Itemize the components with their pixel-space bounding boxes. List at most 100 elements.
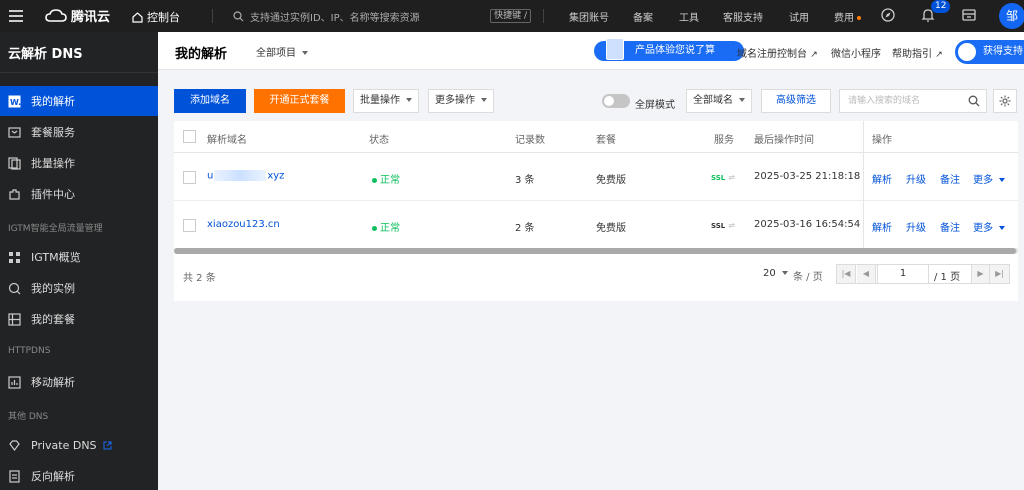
service-ssl[interactable]: SSL ⇌ [711,172,735,183]
compass-icon[interactable] [880,7,896,23]
sidebar-item-label: 移动解析 [31,376,75,389]
domain-link[interactable]: u xyz [207,170,284,182]
more-ops-dropdown[interactable]: 更多操作 [428,89,494,113]
domain-search-input[interactable]: 请输入搜索的域名 [839,89,987,113]
scrollbar-thumb[interactable] [174,248,1016,254]
page-title: 我的解析 [175,47,228,62]
sidebar-item-batch[interactable]: 批量操作 [0,148,158,178]
sidebar-item-reverse-dns[interactable]: 反向解析 [0,461,158,490]
divider [0,72,158,73]
horizontal-scrollbar[interactable] [174,248,1018,254]
project-select[interactable]: 全部项目 [256,44,308,59]
batch-icon [8,156,21,170]
sidebar-group-other-dns: 其他 DNS [8,412,49,422]
next-page-button[interactable]: ▶ [971,265,990,283]
search-icon [233,10,244,21]
domain-filter-select[interactable]: 全部域名 [686,89,752,113]
nav-support[interactable]: 客服支持 [723,9,763,24]
select-all-checkbox[interactable] [183,130,196,143]
global-search[interactable]: 支持通过实例ID、IP、名称等搜索资源 快捷键 / [233,8,531,24]
sidebar-item-package[interactable]: 套餐服务 [0,117,158,147]
batch-ops-dropdown[interactable]: 批量操作 [353,89,419,113]
nav-trial[interactable]: 试用 [789,9,809,24]
nav-tools[interactable]: 工具 [679,9,699,24]
divider [543,9,544,23]
sidebar-item-label: 我的套餐 [31,313,75,326]
sidebar-item-label: Private DNS [31,438,97,452]
sidebar-item-my-package[interactable]: 我的套餐 [0,304,158,334]
top-navbar: 腾讯云 控制台 支持通过实例ID、IP、名称等搜索资源 快捷键 / 集团账号 备… [0,0,1024,32]
nav-group-account[interactable]: 集团账号 [569,9,609,24]
col-service: 服务 [714,135,734,146]
divider [212,9,213,23]
redacted-text [214,170,267,181]
sidebar-item-igtm-overview[interactable]: IGTM概览 [0,242,158,272]
sidebar-item-private-dns[interactable]: Private DNS [0,430,158,460]
row-checkbox[interactable] [183,219,196,232]
plan-name: 免费版 [596,223,626,234]
search-icon[interactable] [968,95,980,107]
inbox-icon[interactable] [961,7,977,23]
action-resolve[interactable]: 解析 [872,219,892,234]
domain-link[interactable]: xiaozou123.cn [207,219,280,230]
domain-icon: W. [8,95,21,107]
feedback-banner[interactable]: 产品体验您说了算 [594,38,744,61]
add-domain-button[interactable]: 添加域名 [174,89,246,113]
fullscreen-toggle[interactable] [602,94,630,108]
page-number-input[interactable]: 1 [877,265,929,283]
action-upgrade[interactable]: 升级 [906,171,926,186]
col-domain: 解析域名 [207,135,247,146]
sidebar-item-label: 批量操作 [31,157,75,170]
plugin-icon [9,188,20,200]
sidebar-group-httpdns: HTTPDNS [8,346,51,356]
col-last-modified: 最后操作时间 [754,135,814,146]
page-size-select[interactable]: 20 [763,268,788,279]
avatar[interactable]: 邹 [999,3,1024,29]
row-checkbox[interactable] [183,171,196,184]
wechat-miniapp-link[interactable]: 微信小程序 [831,45,881,60]
sidebar-item-instances[interactable]: 我的实例 [0,273,158,303]
action-resolve[interactable]: 解析 [872,171,892,186]
sidebar-item-mobile-dns[interactable]: 移动解析 [0,367,158,397]
status-badge: 正常 [372,171,400,186]
action-more-label: 更多 [973,175,993,186]
col-plan: 套餐 [596,135,616,146]
sidebar-item-label: 反向解析 [31,470,75,483]
settings-button[interactable] [993,89,1017,113]
service-ssl[interactable]: SSL ⇌ [711,220,735,231]
sidebar-group-igtm: IGTM智能全局流量管理 [8,224,103,234]
status-dot [372,225,377,231]
advanced-filter-button[interactable]: 高级筛选 [761,89,831,113]
get-support-button[interactable]: 获得支持 [955,40,1024,64]
action-remark[interactable]: 备注 [940,171,960,186]
action-more[interactable]: 更多 [973,219,1005,234]
last-modified-time: 2025-03-16 16:54:54 [754,219,861,230]
chart-icon [8,375,21,389]
console-link[interactable]: 控制台 [132,9,180,25]
sidebar-item-label: IGTM概览 [31,251,81,264]
first-page-button[interactable]: |◀ [837,265,856,283]
chevron-down-icon [302,51,308,55]
sidebar-item-my-dns[interactable]: W. 我的解析 [0,86,158,116]
record-count: 2 条 [515,223,535,234]
action-more[interactable]: 更多 [973,171,1005,186]
more-ops-label: 更多操作 [435,95,475,106]
sidebar-item-label: 我的实例 [31,282,75,295]
notification-badge: 12 [931,0,951,13]
help-guide-link[interactable]: 帮助指引 ↗ [892,45,943,60]
svg-text:W.: W. [10,98,21,107]
domain-registration-label: 域名注册控制台 [737,49,807,60]
nav-icp[interactable]: 备案 [633,9,653,24]
domain-registration-link[interactable]: 域名注册控制台 ↗ [737,45,818,60]
last-modified-time: 2025-03-25 21:18:18 [754,171,861,182]
upgrade-package-button[interactable]: 开通正式套餐 [254,89,345,113]
action-remark[interactable]: 备注 [940,219,960,234]
menu-icon[interactable] [9,10,23,22]
tencent-cloud-logo[interactable]: 腾讯云 [45,6,110,25]
prev-page-button[interactable]: ◀ [857,265,876,283]
last-page-button[interactable]: ▶| [990,265,1009,283]
domain-search-placeholder: 请输入搜索的域名 [848,96,921,106]
sidebar-item-plugins[interactable]: 插件中心 [0,179,158,209]
action-upgrade[interactable]: 升级 [906,219,926,234]
nav-billing[interactable]: 费用 [834,9,861,24]
